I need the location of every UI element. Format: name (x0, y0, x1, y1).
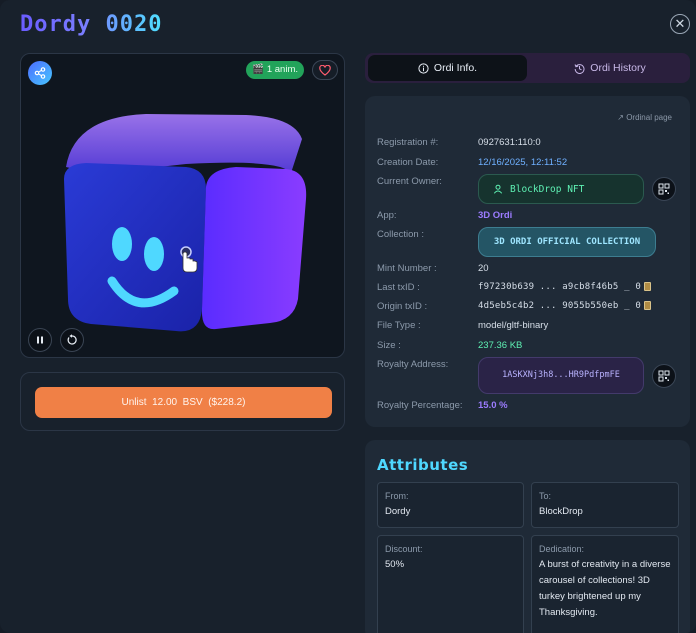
mint-number-value: 20 (478, 263, 489, 274)
last-txid-label: Last txID : (377, 282, 420, 293)
pause-button[interactable] (28, 328, 52, 352)
collection-pill[interactable]: 3D ORDI OFFICIAL COLLECTION (478, 227, 656, 257)
model-preview[interactable]: 🎬 1 anim. (20, 53, 345, 358)
info-tabs: Ordi Info. Ordi History (365, 53, 690, 83)
app-label: App: (377, 210, 397, 221)
origin-txid-value[interactable]: 4d5eb5c4b2 ... 9055b550eb _ 0 (478, 301, 651, 311)
origin-txid-label: Origin txID : (377, 301, 428, 312)
registration-label: Registration #: (377, 137, 439, 148)
share-icon (34, 67, 46, 79)
size-value: 237.36 KB (478, 340, 523, 351)
attributes-card: Attributes From: Dordy To: BlockDrop Dis… (365, 440, 690, 633)
tab-ordi-history[interactable]: Ordi History (530, 53, 690, 83)
unlist-button[interactable]: Unlist 12.00 BSV ($228.2) (35, 387, 332, 418)
creation-date-value: 12/16/2025, 12:11:52 (478, 157, 568, 168)
royalty-address-label: Royalty Address: (377, 359, 449, 370)
qr-icon (658, 183, 670, 195)
copy-icon[interactable] (643, 301, 651, 310)
pause-icon (37, 336, 43, 344)
animation-badge: 🎬 1 anim. (246, 61, 304, 79)
external-link-icon: ↗ (617, 113, 624, 122)
unlist-panel: Unlist 12.00 BSV ($228.2) (20, 372, 345, 431)
registration-value: 0927631:110:0 (478, 137, 541, 148)
file-type-label: File Type : (377, 320, 421, 331)
history-icon (574, 63, 585, 74)
collection-label: Collection : (377, 229, 424, 240)
file-type-value: model/gltf-binary (478, 320, 549, 331)
attribute-dedication: Dedication: A burst of creativity in a d… (531, 535, 679, 633)
reset-view-button[interactable] (60, 328, 84, 352)
copy-icon[interactable] (643, 282, 651, 291)
nft-detail-modal: Dordy 0020 ✕ 🎬 1 anim. Unlist 12.00 BSV … (0, 0, 696, 633)
share-button[interactable] (28, 61, 52, 85)
cube-model-image (64, 114, 307, 332)
ordinal-page-link[interactable]: ↗ Ordinal page (617, 113, 672, 122)
creation-date-label: Creation Date: (377, 157, 439, 168)
reset-icon (67, 334, 77, 345)
attributes-title: Attributes (377, 456, 469, 474)
owner-qr-button[interactable] (652, 177, 676, 201)
ordi-info-card: ↗ Ordinal page Registration #: 0927631:1… (365, 96, 690, 427)
current-owner-label: Current Owner: (377, 176, 442, 187)
page-title: Dordy 0020 (20, 12, 163, 37)
royalty-percentage-label: Royalty Percentage: (377, 400, 463, 411)
info-icon (418, 62, 429, 74)
last-txid-value[interactable]: f97230b639 ... a9cb8f46b5 _ 0 (478, 282, 651, 292)
attribute-discount: Discount: 50% (377, 535, 524, 633)
owner-pill[interactable]: BlockDrop NFT (478, 174, 644, 204)
close-button[interactable]: ✕ (670, 14, 690, 34)
mint-number-label: Mint Number : (377, 263, 437, 274)
tab-ordi-info[interactable]: Ordi Info. (368, 55, 527, 81)
favorite-button[interactable] (312, 60, 338, 80)
clapper-icon: 🎬 (252, 64, 264, 75)
close-icon: ✕ (674, 16, 686, 31)
qr-icon (658, 370, 670, 382)
royalty-qr-button[interactable] (652, 364, 676, 388)
size-label: Size : (377, 340, 401, 351)
app-value[interactable]: 3D Ordi (478, 210, 512, 221)
royalty-address-pill[interactable]: 1ASKXNj3h8...HR9PdfpmFE (478, 357, 644, 394)
user-icon (493, 184, 503, 194)
heart-icon (319, 64, 331, 76)
attribute-to: To: BlockDrop (531, 482, 679, 528)
attribute-from: From: Dordy (377, 482, 524, 528)
royalty-percentage-value: 15.0 % (478, 400, 508, 411)
